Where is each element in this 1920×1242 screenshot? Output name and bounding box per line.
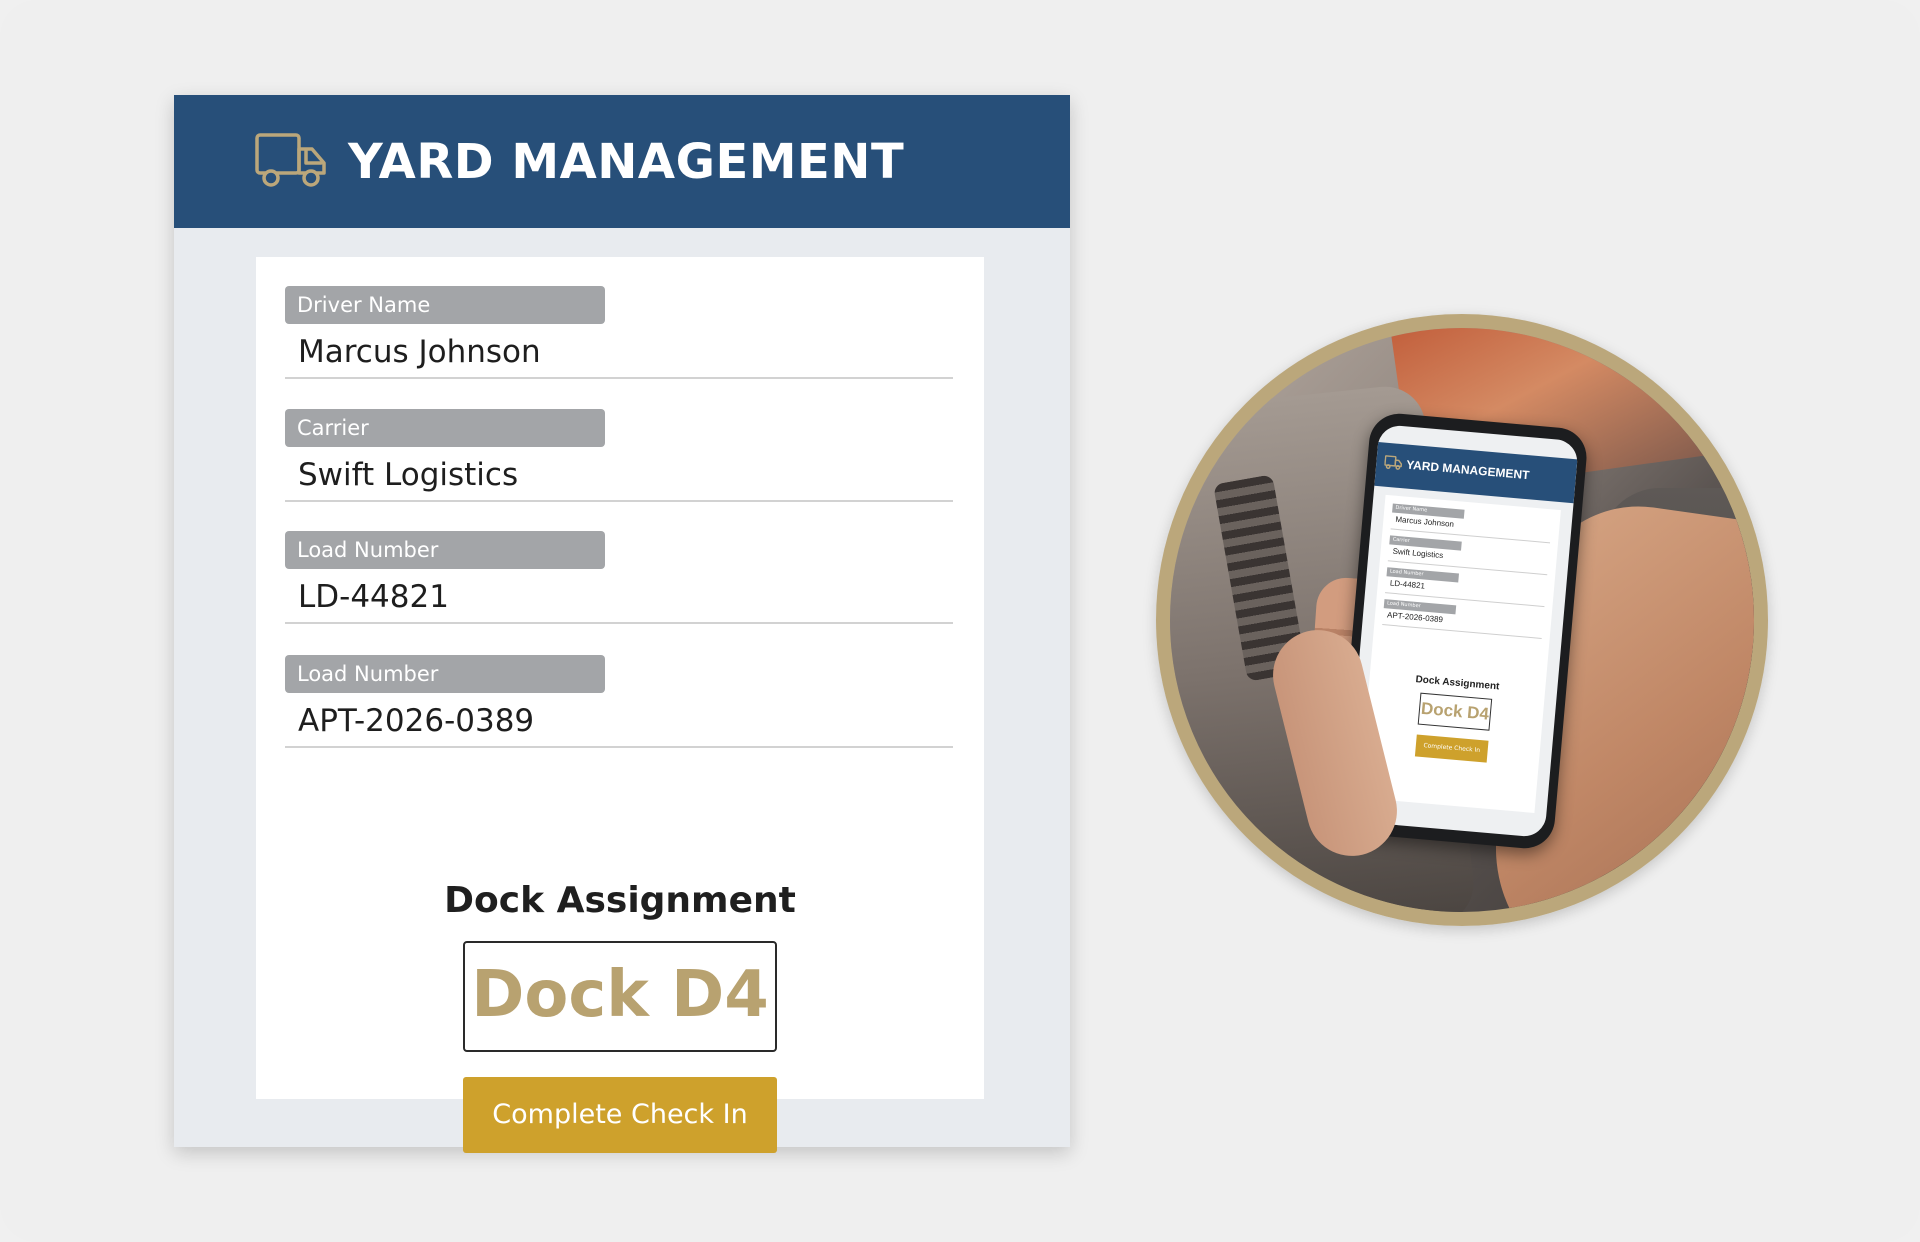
phone-field: Load Number LD-44821: [1385, 567, 1546, 608]
field-value[interactable]: Marcus Johnson: [298, 330, 541, 374]
phone-field-underline: [1382, 624, 1542, 639]
yard-management-panel: YARD MANAGEMENT Driver Name Marcus Johns…: [174, 95, 1070, 1153]
complete-check-in-button[interactable]: Complete Check In: [463, 1077, 777, 1153]
dock-assignment-heading: Dock Assignment: [444, 880, 796, 921]
field-underline: [285, 377, 953, 379]
phone-field: Load Number APT-2026-0389: [1382, 599, 1543, 639]
truck-icon: [1384, 455, 1403, 470]
phone-field: Driver Name Marcus Johnson: [1390, 503, 1552, 544]
page-title: YARD MANAGEMENT: [348, 134, 905, 190]
phone-dock-value: Dock D4: [1417, 692, 1493, 731]
phone-field-value: Swift Logistics: [1392, 546, 1444, 561]
phone-field: Carrier Swift Logistics: [1387, 535, 1549, 576]
page-background: YARD MANAGEMENT Driver Name Marcus Johns…: [0, 0, 1920, 1242]
phone-check-in-button: Complete Check In: [1414, 734, 1489, 763]
phone-field-value: LD-44821: [1389, 578, 1426, 591]
field-label: Load Number: [285, 655, 605, 693]
phone-in-cab-photo: YARD MANAGEMENT Driver Name Marcus Johns…: [1156, 314, 1768, 926]
phone-dock-heading: Dock Assignment: [1415, 674, 1500, 693]
truck-icon: [255, 133, 326, 187]
phone-form: Driver Name Marcus Johnson Carrier Swift…: [1359, 494, 1561, 814]
check-in-form: Driver Name Marcus Johnson Carrier Swift…: [256, 257, 984, 1153]
field-label: Driver Name: [285, 286, 605, 324]
field-value[interactable]: LD-44821: [298, 575, 449, 619]
field-underline: [285, 500, 953, 502]
dock-assignment-value: Dock D4: [463, 941, 777, 1052]
field-value[interactable]: Swift Logistics: [298, 453, 518, 497]
panel-header: YARD MANAGEMENT: [174, 95, 1070, 228]
phone-header: YARD MANAGEMENT: [1374, 441, 1578, 504]
field-label: Load Number: [285, 531, 605, 569]
field-underline: [285, 746, 953, 748]
field-underline: [285, 622, 953, 624]
field-label: Carrier: [285, 409, 605, 447]
phone-title: YARD MANAGEMENT: [1405, 457, 1531, 483]
field-value[interactable]: APT-2026-0389: [298, 699, 534, 743]
